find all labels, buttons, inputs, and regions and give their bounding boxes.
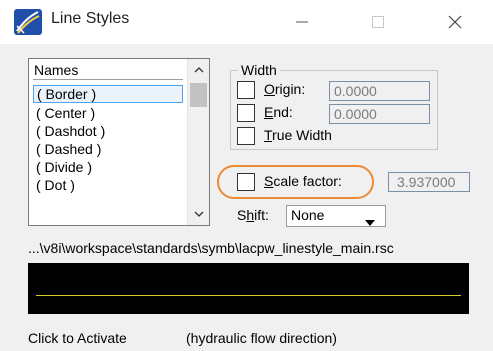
scroll-down-button[interactable] <box>188 203 210 225</box>
origin-input[interactable]: 0.0000 <box>329 81 430 101</box>
names-scrollbar[interactable] <box>187 59 209 225</box>
names-list-header: Names <box>34 62 79 78</box>
list-item[interactable]: ( Border ) <box>33 85 183 103</box>
line-styles-app-icon <box>14 9 42 35</box>
list-item[interactable]: ( Center ) <box>33 104 183 122</box>
chevron-up-icon <box>194 67 204 73</box>
status-activate-text: Click to Activate <box>28 330 127 346</box>
resource-file-path: ...\v8i\workspace\standards\symb\lacpw_l… <box>28 240 394 256</box>
end-label: End: <box>264 104 293 120</box>
end-checkbox[interactable] <box>237 104 255 122</box>
true-width-label: True Width <box>264 127 332 143</box>
chevron-down-icon <box>194 211 204 217</box>
list-item[interactable]: ( Dashdot ) <box>33 122 183 140</box>
names-listbox[interactable]: Names ( Border ) ( Center ) ( Dashdot ) … <box>28 58 210 226</box>
scale-factor-checkbox[interactable] <box>237 173 255 191</box>
true-width-checkbox[interactable] <box>237 127 255 145</box>
close-icon <box>448 15 462 29</box>
status-description: (hydraulic flow direction) <box>186 330 337 346</box>
close-button[interactable] <box>432 0 478 44</box>
scroll-thumb[interactable] <box>190 83 207 107</box>
line-style-preview <box>28 263 469 314</box>
maximize-icon <box>372 16 384 28</box>
list-item[interactable]: ( Dashed ) <box>33 140 183 158</box>
list-header-divider <box>33 79 183 80</box>
minimize-button[interactable] <box>279 0 325 44</box>
preview-line <box>36 295 461 296</box>
maximize-button[interactable] <box>355 0 401 44</box>
shift-selected-value: None <box>291 207 325 223</box>
shift-dropdown[interactable]: None <box>286 205 386 227</box>
list-item[interactable]: ( Dot ) <box>33 176 183 194</box>
minimize-icon <box>296 21 308 23</box>
dropdown-arrow-icon <box>365 213 375 229</box>
scroll-up-button[interactable] <box>188 59 210 81</box>
origin-label: Origin: <box>264 81 306 97</box>
window-title: Line Styles <box>51 10 130 27</box>
scale-factor-label: Scale factor: <box>264 173 342 189</box>
origin-checkbox[interactable] <box>237 81 255 99</box>
shift-label: Shift: <box>237 207 269 223</box>
end-input[interactable]: 0.0000 <box>329 104 430 124</box>
width-group-label: Width <box>238 62 280 78</box>
scale-factor-input[interactable]: 3.937000 <box>388 172 470 192</box>
title-bar: Line Styles <box>0 0 493 44</box>
list-item[interactable]: ( Divide ) <box>33 158 183 176</box>
